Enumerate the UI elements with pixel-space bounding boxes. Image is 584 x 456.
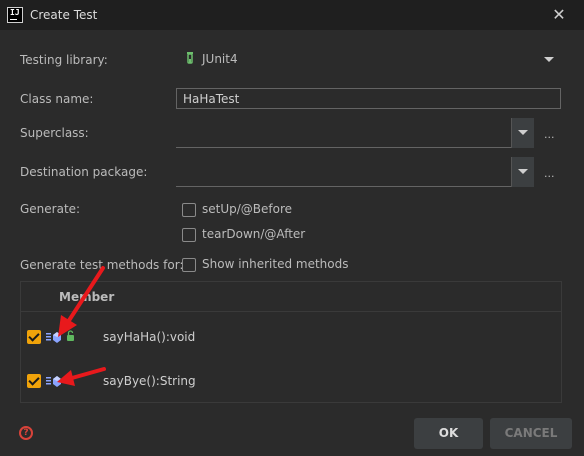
help-icon[interactable]: ?: [19, 426, 33, 440]
annotation-arrows: [57, 266, 106, 386]
ok-button[interactable]: OK: [414, 418, 483, 449]
red-arrow-1: [58, 266, 105, 337]
cancel-button[interactable]: CANCEL: [490, 418, 572, 449]
red-arrow-2: [57, 367, 106, 386]
